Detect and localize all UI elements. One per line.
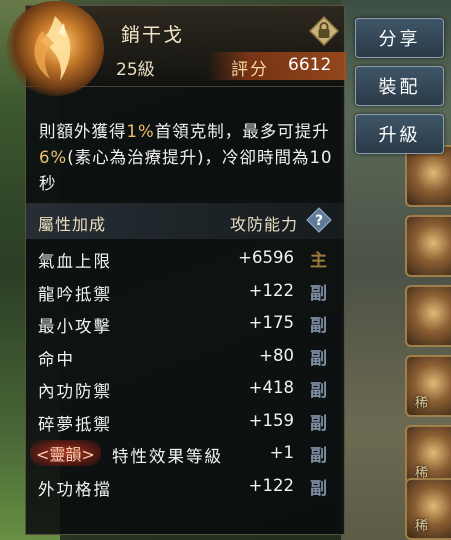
- attribute-row: 內功防禦 +418 副: [38, 378, 327, 401]
- question-icon[interactable]: ?: [306, 207, 332, 233]
- score-label: 評分: [231, 60, 269, 80]
- sub-stat-tag: 副: [310, 413, 327, 434]
- attribute-row: 命中 +80 副: [38, 345, 327, 369]
- item-header: 銷干戈 25級 評分 6612: [6, 1, 346, 96]
- attribute-list: 氣血上限 +6596 主 龍吟抵禦 +122 副 最小攻擊 +175 副 命中 …: [26, 243, 344, 503]
- attribute-header: 屬性加成 攻防能力 ?: [26, 203, 344, 239]
- inventory-slot[interactable]: 稀: [405, 478, 451, 540]
- sub-stat-tag: 副: [310, 316, 327, 336]
- equip-button[interactable]: 裝配: [355, 66, 444, 106]
- item-name: 銷干戈: [121, 24, 185, 46]
- attribute-row: 氣血上限 +6596 主: [38, 248, 327, 271]
- sub-stat-tag: 副: [310, 446, 327, 466]
- attribute-row: 最小攻擊 +175 副: [38, 313, 327, 336]
- svg-text:?: ?: [315, 213, 323, 229]
- attribute-row: <靈韻> 特性效果等級 +1 副: [26, 438, 344, 471]
- main-stat-tag: 主: [310, 251, 327, 271]
- item-description: 則額外獲得1%首領克制，最多可提升6%(素心為治療提升)，冷卻時間為10秒: [39, 122, 333, 193]
- share-button[interactable]: 分享: [355, 18, 444, 58]
- attribute-row: 龍吟抵禦 +122 副: [38, 280, 327, 304]
- attribute-header-label: 屬性加成: [38, 215, 107, 234]
- sub-stat-tag: 副: [310, 283, 327, 304]
- inventory-slot[interactable]: [405, 285, 451, 347]
- sub-stat-tag: 副: [310, 381, 327, 401]
- score-value: 6612: [288, 55, 332, 75]
- blade-emblem-icon: [6, 1, 104, 96]
- attribute-row: 外功格擋 +122 副: [38, 475, 327, 499]
- combat-power-label: 攻防能力: [230, 215, 299, 234]
- attribute-row: 碎夢抵禦 +159 副: [38, 410, 327, 434]
- inventory-slot[interactable]: 稀: [405, 355, 451, 417]
- item-tooltip-panel: 銷干戈 25級 評分 6612 則額外獲得1%首領克制，最多可提升6%(素心為治…: [6, 1, 346, 535]
- inventory-slot[interactable]: [405, 215, 451, 277]
- item-level: 25級: [116, 60, 155, 80]
- sub-stat-tag: 副: [310, 348, 327, 369]
- spirit-rhyme-badge[interactable]: <靈韻>: [30, 440, 101, 466]
- inventory-slot[interactable]: [405, 145, 451, 207]
- upgrade-button[interactable]: 升級: [355, 114, 444, 154]
- sub-stat-tag: 副: [310, 478, 327, 499]
- lock-icon[interactable]: [308, 15, 340, 47]
